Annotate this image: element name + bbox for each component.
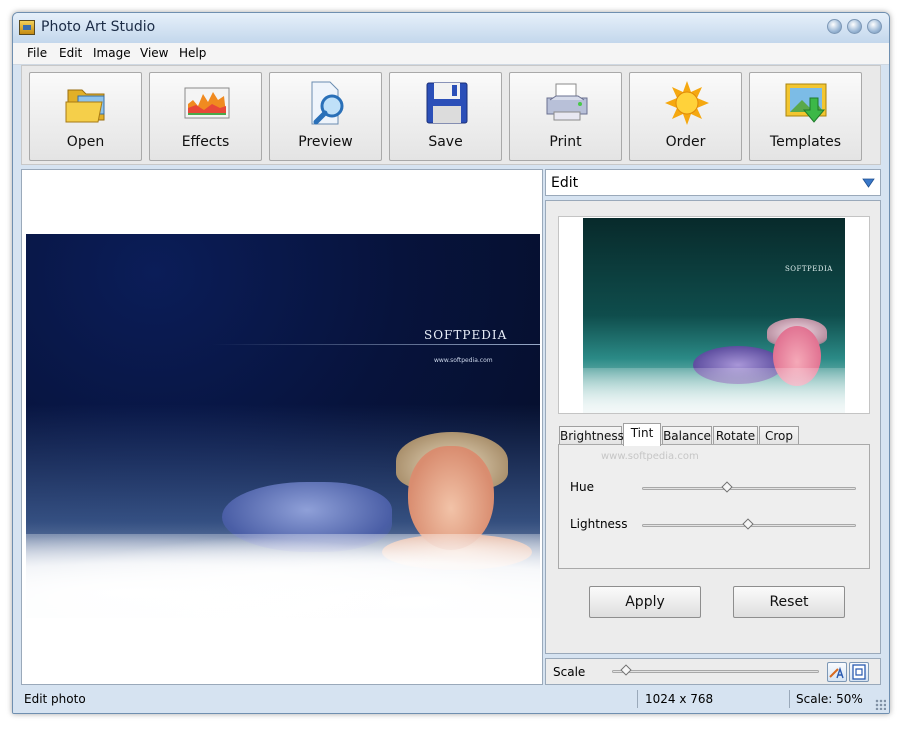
photo-thumbnail: SOFTPEDIA (583, 218, 845, 413)
scale-slider-thumb[interactable] (620, 664, 633, 676)
effects-button[interactable]: Effects (149, 72, 262, 161)
panel-title: Edit (551, 175, 579, 191)
print-button[interactable]: Print (509, 72, 622, 161)
lightness-slider-thumb[interactable] (742, 518, 754, 530)
open-button[interactable]: Open (29, 72, 142, 161)
hue-slider-thumb[interactable] (721, 481, 733, 493)
close-button[interactable] (867, 19, 882, 34)
open-folder-icon (65, 89, 105, 123)
preview-button[interactable]: Preview (269, 72, 382, 161)
tab-brightness[interactable]: Brightness (559, 426, 624, 445)
templates-button[interactable]: Templates (749, 72, 862, 161)
menu-view[interactable]: View (140, 46, 168, 60)
photo-image[interactable]: SOFTPEDIA www.softpedia.com (26, 234, 540, 618)
chevron-down-icon[interactable] (862, 177, 875, 188)
status-scale: Scale: 50% (796, 692, 863, 706)
lightness-label: Lightness (570, 517, 628, 531)
scale-bar: Scale (545, 658, 881, 685)
tab-crop[interactable]: Crop (759, 426, 799, 445)
menu-edit[interactable]: Edit (59, 46, 82, 60)
app-window: Photo Art Studio File Edit Image View He… (12, 12, 890, 714)
thumbnail-frame: SOFTPEDIA (558, 216, 870, 414)
photo-url-text: www.softpedia.com (434, 357, 493, 364)
open-label: Open (66, 134, 105, 150)
menu-file[interactable]: File (27, 46, 47, 60)
status-message: Edit photo (24, 692, 86, 706)
tab-balance[interactable]: Balance (662, 426, 712, 445)
photo-canvas[interactable]: SOFTPEDIA www.softpedia.com (21, 169, 543, 685)
reset-button[interactable]: Reset (733, 586, 845, 618)
maximize-button[interactable] (847, 19, 862, 34)
app-icon (19, 20, 35, 35)
save-button[interactable]: Save (389, 72, 502, 161)
panel-header[interactable]: Edit (545, 169, 881, 196)
effects-label: Effects (181, 134, 230, 150)
actual-size-button[interactable] (849, 662, 869, 682)
sun-icon (665, 81, 709, 125)
status-bar: Edit photo 1024 x 768 Scale: 50% (13, 687, 889, 713)
edit-panel: Edit SOFTPEDIA Brightness Tint Balance R (545, 169, 881, 685)
order-button[interactable]: Order (629, 72, 742, 161)
minimize-button[interactable] (827, 19, 842, 34)
resize-grip[interactable] (875, 699, 886, 710)
tab-tint[interactable]: Tint (623, 423, 661, 446)
watermark-text: www.softpedia.com (601, 451, 699, 462)
effects-chart-icon (184, 87, 230, 119)
edit-box: SOFTPEDIA Brightness Tint Balance Rotate… (545, 200, 881, 654)
templates-icon (785, 83, 827, 123)
hue-slider[interactable] (642, 481, 856, 493)
menu-image[interactable]: Image (93, 46, 131, 60)
lightness-slider[interactable] (642, 518, 856, 530)
photo-logo-text: SOFTPEDIA (424, 328, 508, 342)
actual-size-icon (852, 664, 866, 680)
save-label: Save (428, 134, 463, 150)
menu-bar: File Edit Image View Help (13, 43, 889, 65)
preview-label: Preview (298, 134, 353, 150)
printer-icon (546, 83, 588, 121)
title-bar[interactable]: Photo Art Studio (13, 13, 889, 43)
preview-magnifier-icon (311, 81, 344, 125)
status-dimensions: 1024 x 768 (645, 692, 714, 706)
tab-rotate[interactable]: Rotate (713, 426, 758, 445)
save-floppy-icon (426, 82, 468, 124)
fit-zoom-button[interactable] (827, 662, 847, 682)
scale-slider[interactable] (612, 664, 819, 676)
hue-label: Hue (570, 480, 595, 494)
scale-label: Scale (553, 665, 586, 679)
thumbnail-logo-text: SOFTPEDIA (785, 265, 833, 273)
apply-button[interactable]: Apply (589, 586, 701, 618)
tint-settings: www.softpedia.com Hue Lightness (558, 444, 870, 569)
templates-label: Templates (769, 134, 842, 150)
menu-help[interactable]: Help (179, 46, 206, 60)
zoom-fit-icon (829, 666, 844, 679)
print-label: Print (549, 134, 582, 150)
toolbar: Open Effects Preview Save Print Order Te… (21, 65, 881, 165)
order-label: Order (665, 134, 706, 150)
window-title: Photo Art Studio (41, 19, 156, 35)
